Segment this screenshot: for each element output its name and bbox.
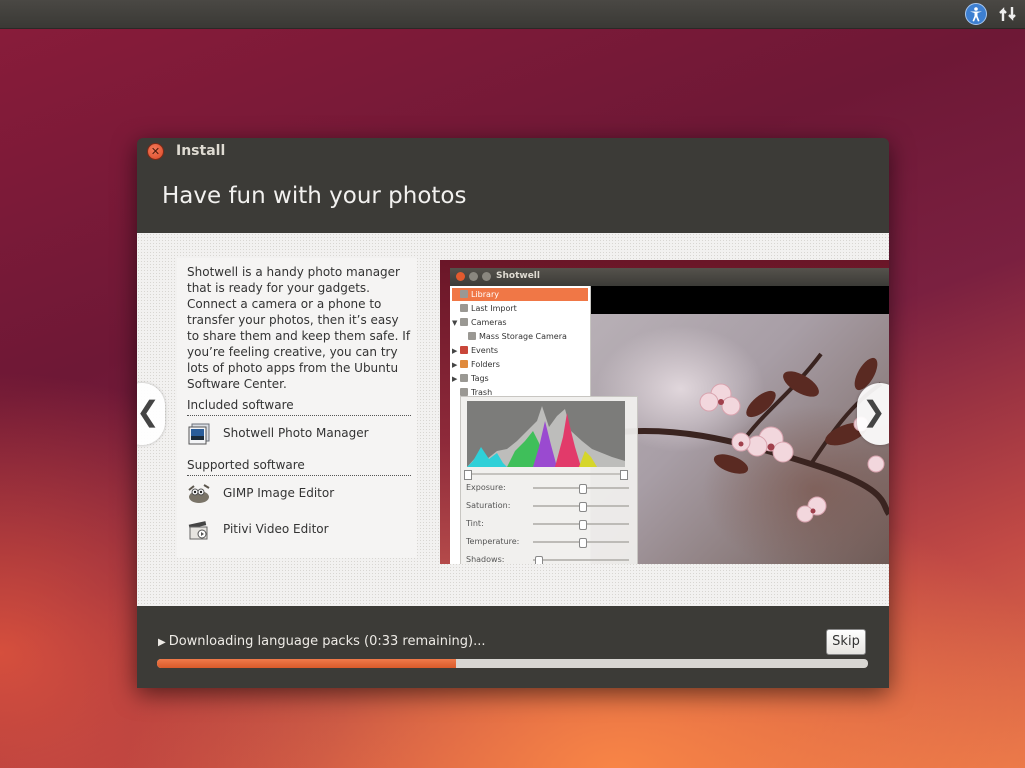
pitivi-icon (187, 518, 211, 542)
shadows-label: Shadows: (466, 555, 505, 564)
maximize-icon (482, 272, 491, 281)
slider-knob (579, 484, 587, 494)
slider-knob (579, 538, 587, 548)
sidebar-item-folders: ▶ Folders (452, 360, 500, 369)
supported-software-heading: Supported software (187, 458, 411, 476)
saturation-label: Saturation: (466, 501, 511, 510)
range-max-handle (620, 470, 628, 480)
slide-description: Shotwell is a handy photo manager that i… (187, 265, 411, 391)
app-name: Pitivi Video Editor (223, 522, 329, 536)
supported-app-row: Pitivi Video Editor (187, 518, 411, 542)
histogram-range-slider (464, 470, 628, 480)
shotwell-icon (187, 422, 211, 446)
slider-knob (579, 502, 587, 512)
gimp-icon (187, 482, 211, 506)
network-icon[interactable] (997, 4, 1019, 24)
sidebar-item-cameras: ▼ Cameras (452, 318, 507, 327)
installer-window: ✕ Install Have fun with your photos ❮ Sh… (137, 138, 889, 688)
histogram (467, 401, 625, 467)
accessibility-icon[interactable] (965, 3, 987, 25)
sidebar-item-last-import: Last Import (452, 302, 588, 315)
window-title: Install (176, 143, 226, 159)
slider-knob (535, 556, 543, 564)
supported-app-row: GIMP Image Editor (187, 482, 411, 506)
range-min-handle (464, 470, 472, 480)
slide-title: Have fun with your photos (162, 183, 467, 209)
tag-icon (460, 374, 468, 382)
shotwell-title: Shotwell (496, 271, 540, 281)
saturation-slider (533, 502, 629, 512)
progress-fill (157, 659, 456, 668)
exposure-slider (533, 484, 629, 494)
trash-icon (460, 388, 468, 396)
next-slide-button[interactable]: ❯ (857, 383, 889, 445)
progress-status[interactable]: ▶ Downloading language packs (0:33 remain… (158, 634, 486, 649)
temperature-label: Temperature: (466, 537, 520, 546)
close-button[interactable]: ✕ (147, 143, 164, 160)
camera-icon (460, 318, 468, 326)
included-software-heading: Included software (187, 398, 411, 416)
sidebar-item-mass-storage-camera: Mass Storage Camera (452, 330, 588, 343)
minimize-icon (469, 272, 478, 281)
clock-icon (460, 304, 468, 312)
adjust-panel: Exposure: Saturation: Tint: Temperature:… (460, 396, 638, 564)
tint-label: Tint: (466, 519, 484, 528)
included-app-row: Shotwell Photo Manager (187, 422, 411, 446)
status-label: Downloading language packs (0:33 remaini… (168, 634, 486, 649)
slide-text-panel: Shotwell is a handy photo manager that i… (177, 258, 417, 558)
shadows-slider (533, 556, 629, 564)
sidebar-item-events: ▶ Events (452, 346, 499, 355)
close-icon (456, 272, 465, 281)
library-icon (460, 290, 468, 298)
previous-slide-button[interactable]: ❮ (137, 383, 165, 445)
window-titlebar: ✕ Install (137, 138, 889, 166)
temperature-slider (533, 538, 629, 548)
top-panel (0, 0, 1025, 29)
folder-icon (460, 360, 468, 368)
progress-area: ▶ Downloading language packs (0:33 remain… (137, 606, 889, 688)
shotwell-screenshot: Shotwell Library Last Import ▼ Cameras Ma… (440, 260, 889, 564)
app-name: GIMP Image Editor (223, 486, 335, 500)
expand-triangle-icon[interactable]: ▶ (158, 637, 166, 648)
tint-slider (533, 520, 629, 530)
app-name: Shotwell Photo Manager (223, 426, 369, 440)
slideshow-area: ❮ Shotwell is a handy photo manager that… (137, 233, 889, 606)
sidebar-item-tags: ▶ Tags (452, 374, 489, 383)
exposure-label: Exposure: (466, 483, 506, 492)
sidebar-item-library: Library (452, 288, 588, 301)
skip-button[interactable]: Skip (826, 629, 866, 655)
progress-bar (157, 659, 868, 668)
calendar-icon (460, 346, 468, 354)
shotwell-titlebar: Shotwell (450, 268, 889, 286)
shotwell-window: Shotwell Library Last Import ▼ Cameras Ma… (450, 268, 889, 564)
camera-icon (468, 332, 476, 340)
slider-knob (579, 520, 587, 530)
